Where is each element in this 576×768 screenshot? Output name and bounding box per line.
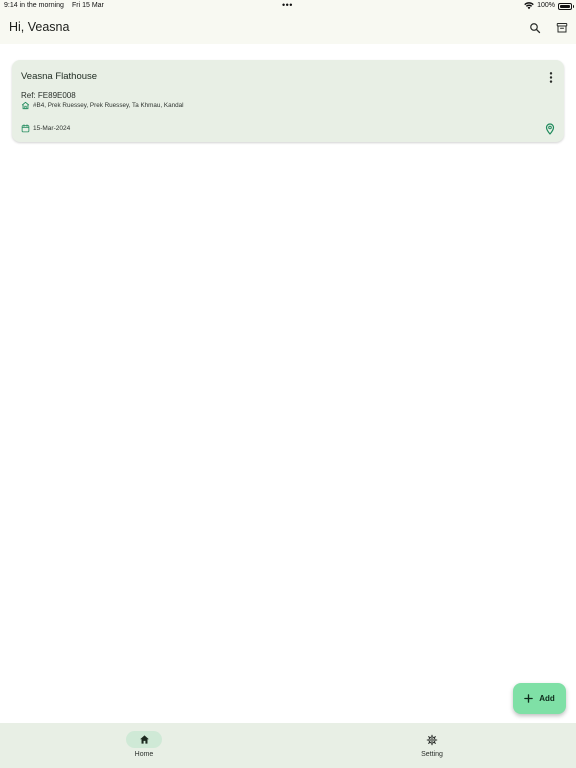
nav-label-home: Home <box>134 751 154 758</box>
calendar-icon <box>21 124 30 133</box>
location-pin-icon <box>545 123 555 135</box>
search-button[interactable] <box>526 19 544 37</box>
card-date-row: 15-Mar-2024 <box>21 124 70 133</box>
nav-item-home[interactable]: Home <box>94 723 194 768</box>
add-button[interactable]: Add <box>513 683 566 714</box>
nav-icon-holder <box>414 731 450 748</box>
top-area: 9:14 in the morning Fri 15 Mar ••• 100% … <box>0 0 576 44</box>
card-location-button[interactable] <box>544 122 556 136</box>
archive-button[interactable] <box>553 19 571 37</box>
greeting-title: Hi, Veasna <box>9 20 70 34</box>
archive-icon <box>556 23 568 33</box>
card-title: Veasna Flathouse <box>21 71 98 82</box>
gear-icon <box>426 734 438 745</box>
search-icon <box>530 23 541 34</box>
card-menu-button[interactable] <box>545 70 557 84</box>
nav-item-setting[interactable]: Setting <box>382 723 482 768</box>
more-vert-icon <box>549 71 553 83</box>
home-icon <box>21 101 30 110</box>
status-right: 100% <box>524 2 574 10</box>
app-bar: Hi, Veasna <box>0 12 576 44</box>
status-bar: 9:14 in the morning Fri 15 Mar ••• 100% <box>0 0 576 12</box>
card-ref: Ref: FE89E008 <box>21 91 76 100</box>
property-card[interactable]: Veasna Flathouse Ref: FE89E008 #B4, Prek… <box>12 60 564 142</box>
nav-label-setting: Setting <box>421 751 443 758</box>
home-filled-icon <box>139 735 149 744</box>
wifi-icon <box>524 2 534 10</box>
add-button-label: Add <box>539 694 555 703</box>
status-date: Fri 15 Mar <box>72 2 104 9</box>
card-date: 15-Mar-2024 <box>33 125 71 132</box>
status-time: 9:14 in the morning <box>4 2 64 9</box>
plus-icon <box>524 694 533 703</box>
battery-icon <box>558 2 574 10</box>
bottom-navigation: Home Setting <box>0 723 576 768</box>
nav-selected-indicator <box>126 731 162 748</box>
card-address: #B4, Prek Ruessey, Prek Ruessey, Ta Khma… <box>33 102 184 109</box>
multitasking-dots[interactable]: ••• <box>282 0 293 11</box>
card-address-row: #B4, Prek Ruessey, Prek Ruessey, Ta Khma… <box>21 101 184 110</box>
battery-percentage: 100% <box>537 2 555 9</box>
